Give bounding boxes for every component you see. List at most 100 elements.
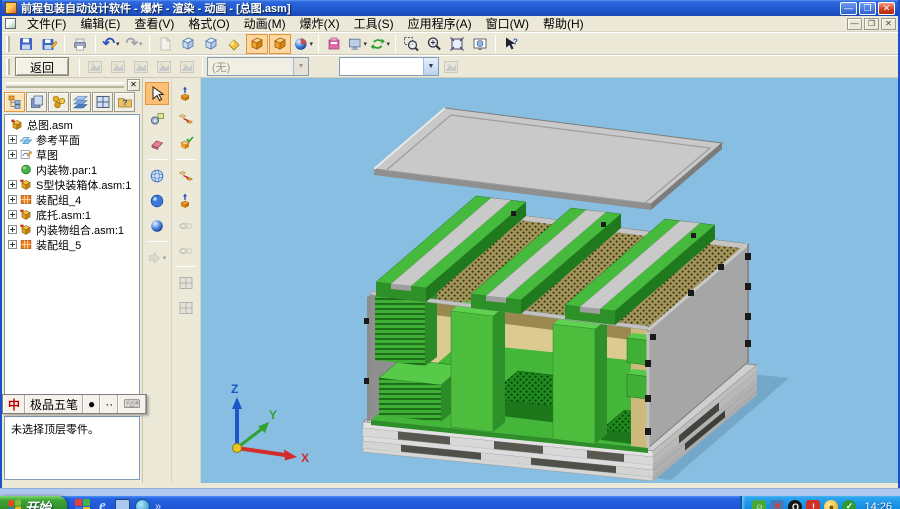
expand-icon[interactable] — [8, 240, 17, 249]
display-config-select[interactable]: ▼ — [339, 57, 439, 76]
appearance-button[interactable] — [323, 34, 345, 54]
tool-dropdown-button[interactable]: ▾ — [145, 246, 169, 269]
expand-icon[interactable] — [8, 210, 17, 219]
fit-button[interactable] — [446, 34, 468, 54]
mdi-restore-button[interactable]: ❐ — [864, 18, 879, 30]
config-save-button[interactable] — [440, 57, 462, 77]
menu-view[interactable]: 查看(V) — [127, 14, 181, 33]
measure-button[interactable] — [145, 107, 169, 130]
panel-close-button[interactable]: ✕ — [127, 79, 140, 91]
expand-icon[interactable] — [8, 195, 17, 204]
panel-grip[interactable]: ✕ — [2, 78, 142, 91]
monitor-button[interactable]: ▾ — [346, 34, 368, 54]
animate-button[interactable] — [176, 57, 198, 77]
globe-icon[interactable] — [135, 499, 150, 509]
path-button[interactable] — [174, 164, 198, 187]
explode-auto-button[interactable] — [107, 57, 129, 77]
qq-icon[interactable]: Q — [788, 500, 802, 509]
settings-b-button[interactable] — [174, 296, 198, 319]
tree-row[interactable]: 装配组_4 — [7, 192, 139, 207]
menu-format[interactable]: 格式(O) — [181, 14, 236, 33]
ime-punctuation-icon[interactable]: ● — [83, 395, 100, 413]
undo-button[interactable]: ↶▾ — [100, 34, 122, 54]
security-alert-icon[interactable]: ! — [806, 500, 820, 509]
ime-width-icon[interactable]: ·· — [100, 395, 118, 413]
tab-selection-sets[interactable] — [48, 92, 69, 112]
menu-applications[interactable]: 应用程序(A) — [401, 14, 479, 33]
back-button[interactable]: 返回 — [15, 57, 69, 76]
print-button[interactable] — [69, 34, 91, 54]
mdi-minimize-button[interactable]: — — [847, 18, 862, 30]
ime-language-icon[interactable]: 中 — [3, 395, 25, 413]
zoom-area-button[interactable] — [400, 34, 422, 54]
bind-button[interactable] — [130, 57, 152, 77]
toolbar-grip-2[interactable] — [6, 59, 10, 75]
crate-lid[interactable] — [374, 108, 722, 210]
menu-animation[interactable]: 动画(M) — [237, 14, 293, 33]
tab-assembly-tree[interactable] — [4, 92, 25, 112]
tree-row[interactable]: 装配组_5 — [7, 237, 139, 252]
tab-sheets[interactable] — [70, 92, 91, 112]
quick-launch-overflow[interactable]: » — [155, 501, 161, 509]
save-button[interactable] — [15, 34, 37, 54]
expand-icon[interactable] — [8, 135, 17, 144]
explode-part-button[interactable] — [174, 82, 198, 105]
render-sphere-button[interactable]: ▾ — [292, 34, 314, 54]
part-wedge-button[interactable] — [223, 34, 245, 54]
start-button[interactable]: 开始 — [0, 496, 67, 509]
reposition-button[interactable] — [174, 132, 198, 155]
wireframe-view-button[interactable] — [145, 164, 169, 187]
select-arrow-button[interactable] — [145, 82, 169, 105]
restore-button[interactable]: ❐ — [859, 2, 876, 15]
save-as-button[interactable] — [38, 34, 60, 54]
redo-button[interactable]: ↷▾ — [123, 34, 145, 54]
expand-icon[interactable] — [8, 150, 17, 159]
iso-view-button[interactable] — [177, 34, 199, 54]
refresh-button[interactable]: ▾ — [369, 34, 391, 54]
tab-layers[interactable] — [26, 92, 47, 112]
tree-row[interactable]: 草图 — [7, 147, 139, 162]
mdi-close-button[interactable]: ✕ — [881, 18, 896, 30]
menu-explode[interactable]: 爆炸(X) — [293, 14, 347, 33]
menu-window[interactable]: 窗口(W) — [479, 14, 536, 33]
tree-row[interactable]: S型快装箱体.asm:1 — [7, 177, 139, 192]
ime-bar[interactable]: 中 极品五笔 ● ·· ⌨ — [2, 394, 147, 414]
media-icon[interactable] — [75, 499, 90, 509]
explode-view-button[interactable] — [246, 34, 268, 54]
explode-view-2-button[interactable] — [269, 34, 291, 54]
menu-help[interactable]: 帮助(H) — [536, 14, 591, 33]
user-online-icon[interactable]: ☺ — [752, 500, 766, 509]
tree-row[interactable]: 内装物组合.asm:1 — [7, 222, 139, 237]
view-settings-button[interactable] — [469, 34, 491, 54]
collapse-button[interactable] — [174, 189, 198, 212]
dimetric-view-button[interactable] — [200, 34, 222, 54]
expand-icon[interactable] — [8, 225, 17, 234]
help-select-button[interactable] — [500, 34, 522, 54]
viewport-3d[interactable]: Z X Y — [201, 78, 898, 483]
taskbar-clock[interactable]: 14:26 — [864, 501, 892, 509]
document-icon[interactable] — [5, 18, 16, 29]
menu-edit[interactable]: 编辑(E) — [73, 14, 127, 33]
settings-a-button[interactable] — [174, 271, 198, 294]
tab-library[interactable] — [114, 92, 135, 112]
eraser-button[interactable] — [145, 132, 169, 155]
shield-icon[interactable]: ✓ — [842, 500, 856, 509]
tree-row[interactable]: 参考平面 — [7, 132, 139, 147]
expand-icon[interactable] — [8, 180, 17, 189]
flow-button[interactable] — [153, 57, 175, 77]
tree-row[interactable]: 内装物.par:1 — [7, 162, 139, 177]
tab-windows[interactable] — [92, 92, 113, 112]
tree-row[interactable]: 底托.asm:1 — [7, 207, 139, 222]
explode-config-select[interactable]: (无) ▼ — [207, 57, 309, 76]
ie-icon[interactable]: e — [95, 499, 110, 509]
shaded-view-button[interactable] — [145, 189, 169, 212]
ime-keyboard-icon[interactable]: ⌨ — [118, 395, 145, 413]
tree-row[interactable]: 总图.asm — [7, 117, 139, 132]
explode-step-button[interactable] — [84, 57, 106, 77]
coin-icon[interactable]: ● — [824, 500, 838, 509]
paste-button[interactable] — [154, 34, 176, 54]
network-error-icon[interactable]: ✕ — [770, 500, 784, 509]
rendered-view-button[interactable] — [145, 214, 169, 237]
minimize-button[interactable]: — — [840, 2, 857, 15]
menu-file[interactable]: 文件(F) — [20, 14, 73, 33]
